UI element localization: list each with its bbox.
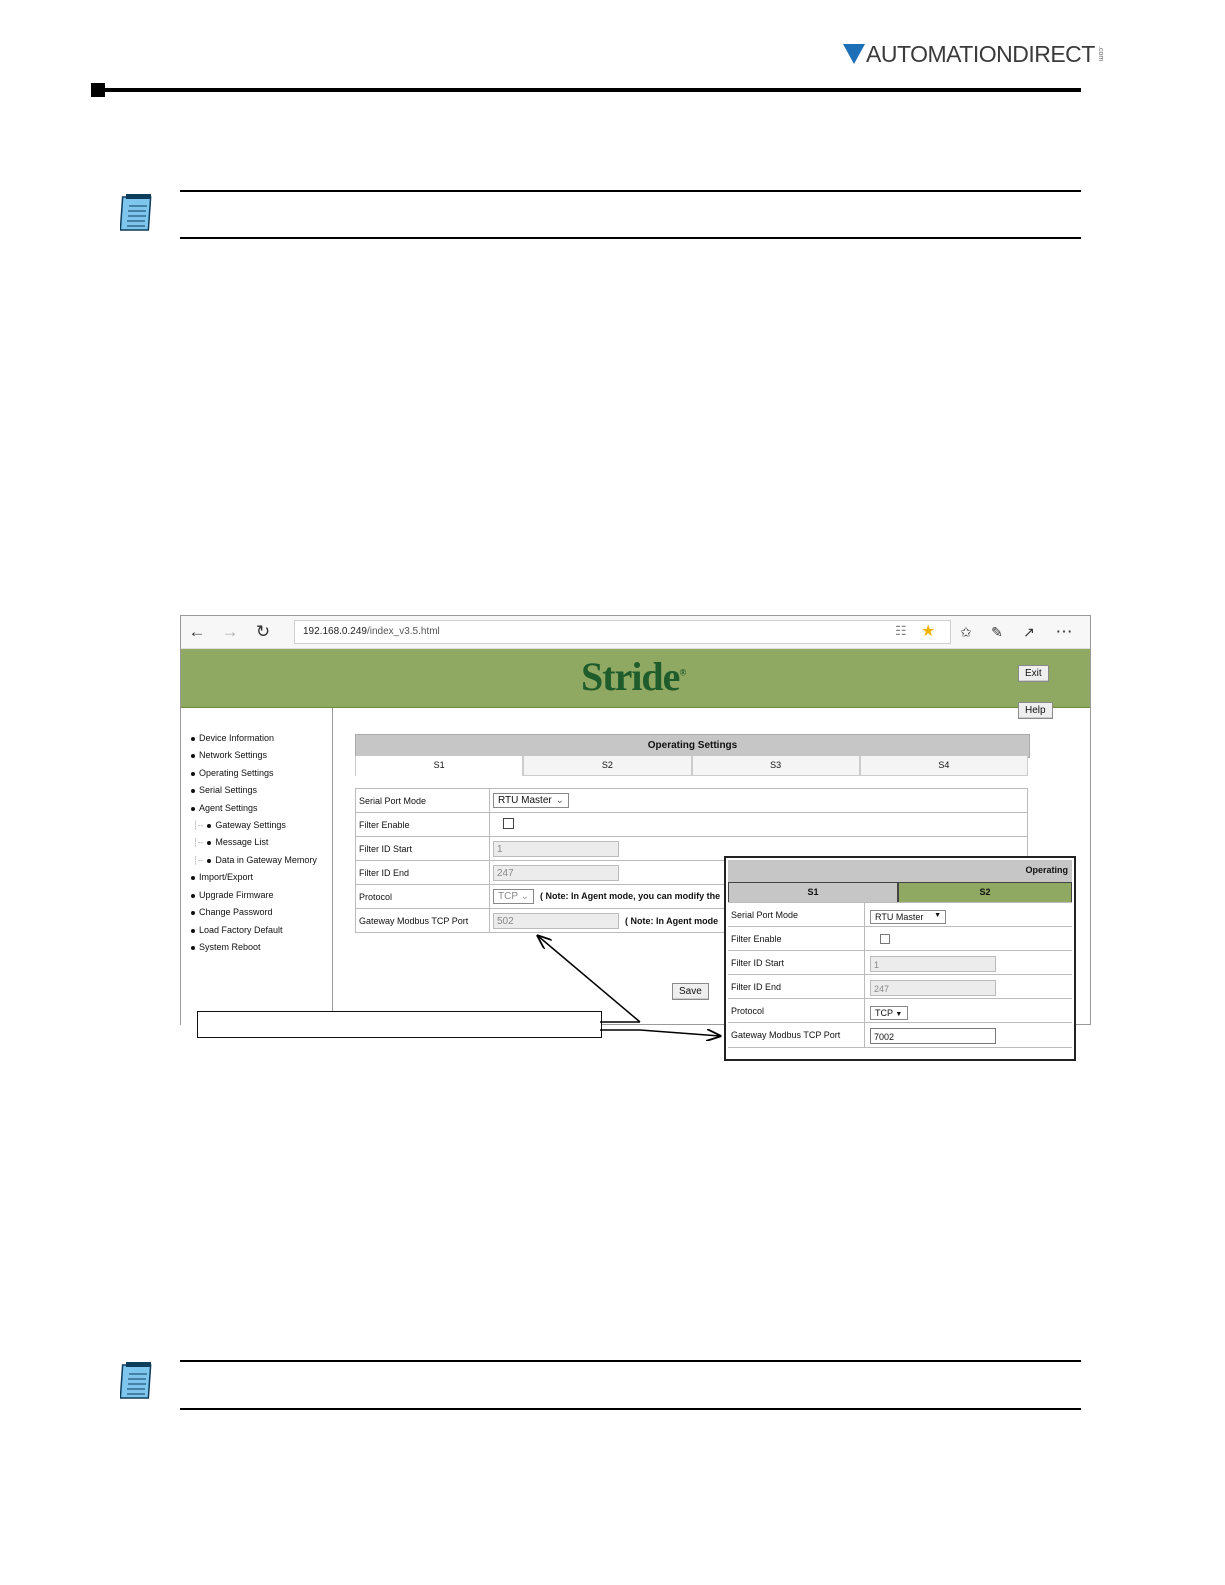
panel-title: Operating Settings xyxy=(647,740,738,751)
forward-arrow-icon[interactable]: → xyxy=(220,622,240,642)
refresh-icon[interactable]: ↻ xyxy=(253,622,273,642)
gateway-port-note: ( Note: In Agent mode xyxy=(625,915,719,926)
inset-serial-port-mode-label: Serial Port Mode xyxy=(731,910,799,920)
favorites-list-icon[interactable]: ✩ xyxy=(956,622,976,642)
help-button[interactable]: Help xyxy=(1018,702,1053,719)
header-rule-marker xyxy=(91,83,105,97)
automationdirect-logo: AUTOMATIONDIRECT .com xyxy=(843,40,1104,68)
tab-s4[interactable]: S4 xyxy=(859,756,1028,776)
menu-item-load-factory-default[interactable]: Load Factory Default xyxy=(191,925,283,935)
table-row: Protocol TCP ▼ xyxy=(728,998,1072,1023)
inset-serial-port-mode-select[interactable]: RTU Master ▼ xyxy=(870,907,946,925)
inset-protocol-label: Protocol xyxy=(731,1006,765,1016)
menu-item-gateway-settings[interactable]: ┊-- Gateway Settings xyxy=(193,820,286,830)
filter-id-start-input[interactable]: 1 xyxy=(493,840,619,857)
note-bottom-rule xyxy=(180,237,1081,239)
note-top-rule xyxy=(180,190,1081,192)
table-row: Filter Enable xyxy=(355,812,1028,837)
serial-port-mode-select[interactable]: RTU Master ⌄ xyxy=(493,793,569,808)
more-icon[interactable]: ⋯ xyxy=(1054,622,1074,642)
filter-id-start-label: Filter ID Start xyxy=(355,836,490,861)
tab-s3[interactable]: S3 xyxy=(691,756,860,776)
sidebar-menu: Device Information Network Settings Oper… xyxy=(181,708,333,1026)
app-banner: Stride® Exit xyxy=(181,649,1090,708)
inset-gateway-port-label: Gateway Modbus TCP Port xyxy=(731,1030,841,1040)
protocol-label: Protocol xyxy=(355,884,490,909)
menu-item-change-password[interactable]: Change Password xyxy=(191,907,273,917)
protocol-note: ( Note: In Agent mode, you can modify th… xyxy=(540,891,721,901)
stride-logo: Stride® xyxy=(581,654,686,699)
gateway-port-label: Gateway Modbus TCP Port xyxy=(355,908,490,933)
port-tabs: S1 S2 S3 S4 xyxy=(355,756,1028,776)
inset-filter-enable-label: Filter Enable xyxy=(731,934,782,944)
inset-filter-enable-checkbox[interactable] xyxy=(880,934,890,944)
tab-s1[interactable]: S1 xyxy=(355,756,524,776)
serial-port-mode-label: Serial Port Mode xyxy=(355,788,490,813)
reading-view-icon[interactable]: ☷ xyxy=(895,623,907,639)
protocol-select[interactable]: TCP ⌄ xyxy=(493,889,534,904)
table-row: Gateway Modbus TCP Port 7002 xyxy=(728,1022,1072,1048)
operating-settings-header: Operating Settings xyxy=(355,734,1030,758)
menu-item-upgrade-firmware[interactable]: Upgrade Firmware xyxy=(191,890,274,900)
inset-filter-id-start-label: Filter ID Start xyxy=(731,958,785,968)
browser-toolbar: ← → ↻ 192.168.0.249/index_v3.5.html ☷ ★ … xyxy=(181,616,1090,649)
note-bottom-rule xyxy=(180,1408,1081,1410)
logo-suffix: .com xyxy=(1096,46,1104,62)
s2-settings-inset: Operating S1 S2 Serial Port Mode RTU Mas… xyxy=(724,856,1076,1061)
table-row: Filter Enable xyxy=(728,926,1072,951)
callout-arrows xyxy=(530,930,730,1050)
menu-item-network-settings[interactable]: Network Settings xyxy=(191,750,267,760)
dropdown-triangle-icon: ▼ xyxy=(895,1011,903,1018)
menu-item-serial-settings[interactable]: Serial Settings xyxy=(191,785,257,795)
filter-id-end-label: Filter ID End xyxy=(355,860,490,885)
filter-enable-checkbox[interactable] xyxy=(503,818,514,829)
back-arrow-icon[interactable]: ← xyxy=(187,622,207,642)
table-row: Filter ID Start 1 xyxy=(728,950,1072,975)
table-row: Filter ID End 247 xyxy=(728,974,1072,999)
menu-item-operating-settings[interactable]: Operating Settings xyxy=(191,768,274,778)
chevron-down-icon: ⌄ xyxy=(555,795,564,806)
inset-header: Operating xyxy=(728,860,1072,882)
menu-item-system-reboot[interactable]: System Reboot xyxy=(191,942,261,952)
address-bar[interactable]: 192.168.0.249/index_v3.5.html ☷ ★ xyxy=(294,620,951,644)
chevron-down-icon: ⌄ xyxy=(520,891,529,902)
note-top-rule xyxy=(180,1360,1081,1362)
pen-icon[interactable]: ✎ xyxy=(987,622,1007,642)
filter-enable-label: Filter Enable xyxy=(355,812,490,837)
favorite-star-icon[interactable]: ★ xyxy=(921,621,935,641)
inset-gateway-port-input[interactable]: 7002 xyxy=(870,1027,996,1045)
menu-item-import-export[interactable]: Import/Export xyxy=(191,872,253,882)
notepad-icon xyxy=(120,194,152,231)
menu-item-agent-settings[interactable]: Agent Settings xyxy=(191,803,258,813)
dropdown-triangle-icon: ▼ xyxy=(934,912,941,919)
gateway-port-input[interactable]: 502 xyxy=(493,912,619,929)
table-row: Serial Port Mode RTU Master ▼ xyxy=(728,902,1072,927)
header-rule xyxy=(105,88,1081,92)
inset-filter-id-end-input[interactable]: 247 xyxy=(870,979,996,997)
menu-item-data-in-gateway-memory[interactable]: ┊-- Data in Gateway Memory xyxy=(193,855,317,865)
inset-tab-s2[interactable]: S2 xyxy=(898,882,1072,903)
inset-filter-id-start-input[interactable]: 1 xyxy=(870,955,996,973)
tab-s2[interactable]: S2 xyxy=(523,756,692,776)
logo-text: AUTOMATIONDIRECT xyxy=(866,40,1095,67)
inset-filter-id-end-label: Filter ID End xyxy=(731,982,782,992)
inset-title: Operating xyxy=(1025,865,1068,875)
url-text: 192.168.0.249/index_v3.5.html xyxy=(303,626,440,637)
table-row: Serial Port Mode RTU Master ⌄ xyxy=(355,788,1028,813)
filter-id-end-input[interactable]: 247 xyxy=(493,864,619,881)
notepad-icon xyxy=(120,1362,152,1399)
logo-v-mark-icon xyxy=(843,44,865,64)
inset-protocol-select[interactable]: TCP ▼ xyxy=(870,1003,908,1021)
inset-tab-s1[interactable]: S1 xyxy=(728,882,898,902)
exit-button[interactable]: Exit xyxy=(1018,665,1049,682)
menu-item-device-information[interactable]: Device Information xyxy=(191,733,274,743)
menu-item-message-list[interactable]: ┊-- Message List xyxy=(193,837,268,847)
share-icon[interactable]: ↗ xyxy=(1019,622,1039,642)
